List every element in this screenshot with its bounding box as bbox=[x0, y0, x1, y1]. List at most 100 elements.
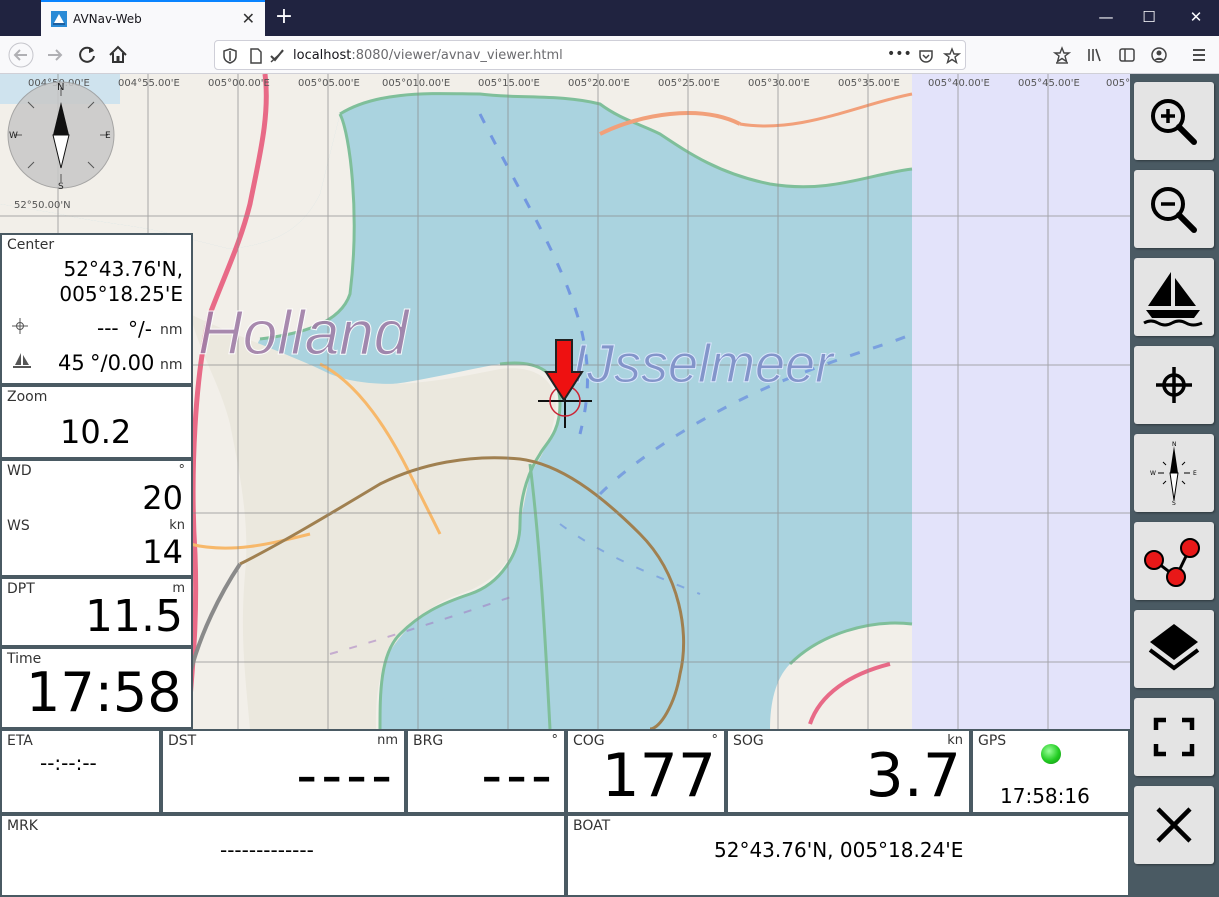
cog-label: COG bbox=[573, 733, 605, 749]
sog-widget[interactable]: SOG kn 3.7 bbox=[726, 729, 971, 814]
lon-label: 004°55.00'E bbox=[118, 78, 180, 89]
lon-label: 005° bbox=[1106, 78, 1130, 89]
ws-value: 14 bbox=[142, 533, 183, 571]
sog-label: SOG bbox=[733, 733, 764, 749]
center-label: Center bbox=[7, 237, 55, 253]
close-window-button[interactable]: ✕ bbox=[1186, 8, 1206, 26]
button-bar: N S W E bbox=[1130, 74, 1219, 897]
fullscreen-button[interactable] bbox=[1134, 698, 1214, 776]
compass-rose-icon[interactable]: N S W E bbox=[6, 80, 116, 190]
svg-text:S: S bbox=[1172, 500, 1176, 507]
time-widget[interactable]: Time 17:58 bbox=[0, 647, 193, 729]
boat-position-widget[interactable]: BOAT 52°43.76'N, 005°18.24'E bbox=[566, 814, 1130, 897]
brg-value: --- bbox=[481, 741, 556, 809]
wd-label: WD bbox=[7, 463, 32, 479]
lon-label: 005°30.00'E bbox=[748, 78, 810, 89]
minimize-button[interactable]: — bbox=[1096, 8, 1116, 26]
layers-button[interactable] bbox=[1134, 610, 1214, 688]
place-label-ijsselmeer: IJsselmeer bbox=[572, 334, 835, 394]
center-to-boat-button[interactable] bbox=[1134, 346, 1214, 424]
close-icon bbox=[1156, 807, 1192, 843]
time-value: 17:58 bbox=[26, 661, 182, 724]
gps-widget[interactable]: GPS 17:58:16 bbox=[971, 729, 1130, 814]
cancel-button[interactable] bbox=[1134, 786, 1214, 864]
menu-icon[interactable] bbox=[1190, 46, 1208, 64]
svg-text:N: N bbox=[1172, 441, 1177, 448]
mrk-widget[interactable]: MRK ------------- bbox=[0, 814, 566, 897]
wind-widget[interactable]: WD ° 20 WS kn 14 bbox=[0, 459, 193, 577]
route-button[interactable] bbox=[1134, 522, 1214, 600]
depth-widget[interactable]: DPT m 11.5 bbox=[0, 577, 193, 647]
layers-icon bbox=[1148, 624, 1200, 671]
new-tab-button[interactable]: + bbox=[272, 5, 296, 29]
boat-icon bbox=[1143, 272, 1203, 327]
route-icon bbox=[1144, 538, 1200, 587]
zoom-in-button[interactable] bbox=[1134, 82, 1214, 160]
lock-boat-button[interactable] bbox=[1134, 258, 1214, 336]
gps-status-indicator bbox=[1041, 744, 1061, 764]
lon-label: 005°010.00'E bbox=[382, 78, 451, 89]
center-widget[interactable]: Center 52°43.76'N, 005°18.25'E --- °/- n… bbox=[0, 233, 193, 385]
zoom-widget[interactable]: Zoom 10.2 bbox=[0, 385, 193, 459]
browser-titlebar: AVNav-Web ✕ + — ☐ ✕ bbox=[0, 0, 1219, 36]
pocket-icon[interactable] bbox=[917, 47, 935, 65]
avnav-app: Holland IJsselmeer 004°50.00'E 004°55.00… bbox=[0, 74, 1219, 897]
reload-icon[interactable] bbox=[74, 42, 100, 68]
back-icon[interactable] bbox=[8, 42, 34, 68]
cog-widget[interactable]: COG ° 177 bbox=[566, 729, 726, 814]
compass-icon: N S W E bbox=[1150, 441, 1197, 507]
shield-icon[interactable] bbox=[221, 47, 239, 65]
mrk-label: MRK bbox=[7, 818, 38, 834]
boat-label: BOAT bbox=[573, 818, 611, 834]
place-label-holland: Holland bbox=[198, 299, 411, 368]
center-bearing-value: --- bbox=[97, 316, 119, 340]
cog-value: 177 bbox=[601, 741, 716, 811]
zoom-label: Zoom bbox=[7, 389, 48, 405]
url-bar[interactable]: localhost:8080/viewer/avnav_viewer.html … bbox=[214, 40, 966, 70]
crosshair-icon bbox=[1156, 367, 1192, 403]
maximize-button[interactable]: ☐ bbox=[1139, 8, 1159, 26]
zoom-out-button[interactable] bbox=[1134, 170, 1214, 248]
bookmark-star-icon[interactable] bbox=[943, 47, 961, 65]
eta-value: --:--:-- bbox=[40, 751, 97, 775]
lat-label: 52°50.00'N bbox=[14, 200, 71, 211]
crosshair-small-icon bbox=[12, 318, 28, 334]
account-icon[interactable] bbox=[1150, 46, 1168, 64]
lon-label: 005°20.00'E bbox=[568, 78, 630, 89]
reading-list-icon[interactable] bbox=[1053, 46, 1071, 64]
compass-e-label: E bbox=[105, 131, 111, 141]
compass-n-label: N bbox=[57, 82, 64, 93]
home-icon[interactable] bbox=[105, 42, 131, 68]
dst-widget[interactable]: DST nm ---- bbox=[161, 729, 406, 814]
eta-widget[interactable]: ETA --:--:-- bbox=[0, 729, 161, 814]
forward-icon[interactable] bbox=[42, 42, 68, 68]
sidebar-icon[interactable] bbox=[1118, 46, 1136, 64]
browser-tab[interactable]: AVNav-Web ✕ bbox=[41, 0, 265, 36]
eta-label: ETA bbox=[7, 733, 33, 749]
svg-text:E: E bbox=[1193, 470, 1197, 477]
lon-label: 005°40.00'E bbox=[928, 78, 990, 89]
center-lon: 005°18.25'E bbox=[59, 282, 183, 306]
gps-label: GPS bbox=[978, 733, 1007, 749]
compass-w-label: W bbox=[9, 131, 18, 141]
boat-position-value: 52°43.76'N, 005°18.24'E bbox=[714, 838, 964, 862]
dst-value: ---- bbox=[296, 741, 396, 809]
lon-label: 005°35.00'E bbox=[838, 78, 900, 89]
brg-widget[interactable]: BRG ° --- bbox=[406, 729, 566, 814]
tab-close-icon[interactable]: ✕ bbox=[242, 9, 255, 28]
page-actions-icon[interactable]: ••• bbox=[887, 46, 912, 62]
lon-label: 005°15.00'E bbox=[478, 78, 540, 89]
dpt-label: DPT bbox=[7, 581, 35, 597]
ws-label: WS bbox=[7, 518, 30, 534]
center-bearing-unit: °/- bbox=[128, 317, 152, 341]
zoom-value: 10.2 bbox=[60, 413, 132, 451]
compass-s-label: S bbox=[58, 182, 64, 190]
course-up-button[interactable]: N S W E bbox=[1134, 434, 1214, 512]
center-nm-unit: nm bbox=[160, 322, 183, 338]
permissions-icon[interactable] bbox=[268, 47, 286, 65]
dst-label: DST bbox=[168, 733, 197, 749]
url-text[interactable]: localhost:8080/viewer/avnav_viewer.html bbox=[293, 48, 563, 63]
library-icon[interactable] bbox=[1086, 46, 1104, 64]
boat-small-icon bbox=[13, 353, 31, 368]
dpt-value: 11.5 bbox=[85, 591, 183, 642]
